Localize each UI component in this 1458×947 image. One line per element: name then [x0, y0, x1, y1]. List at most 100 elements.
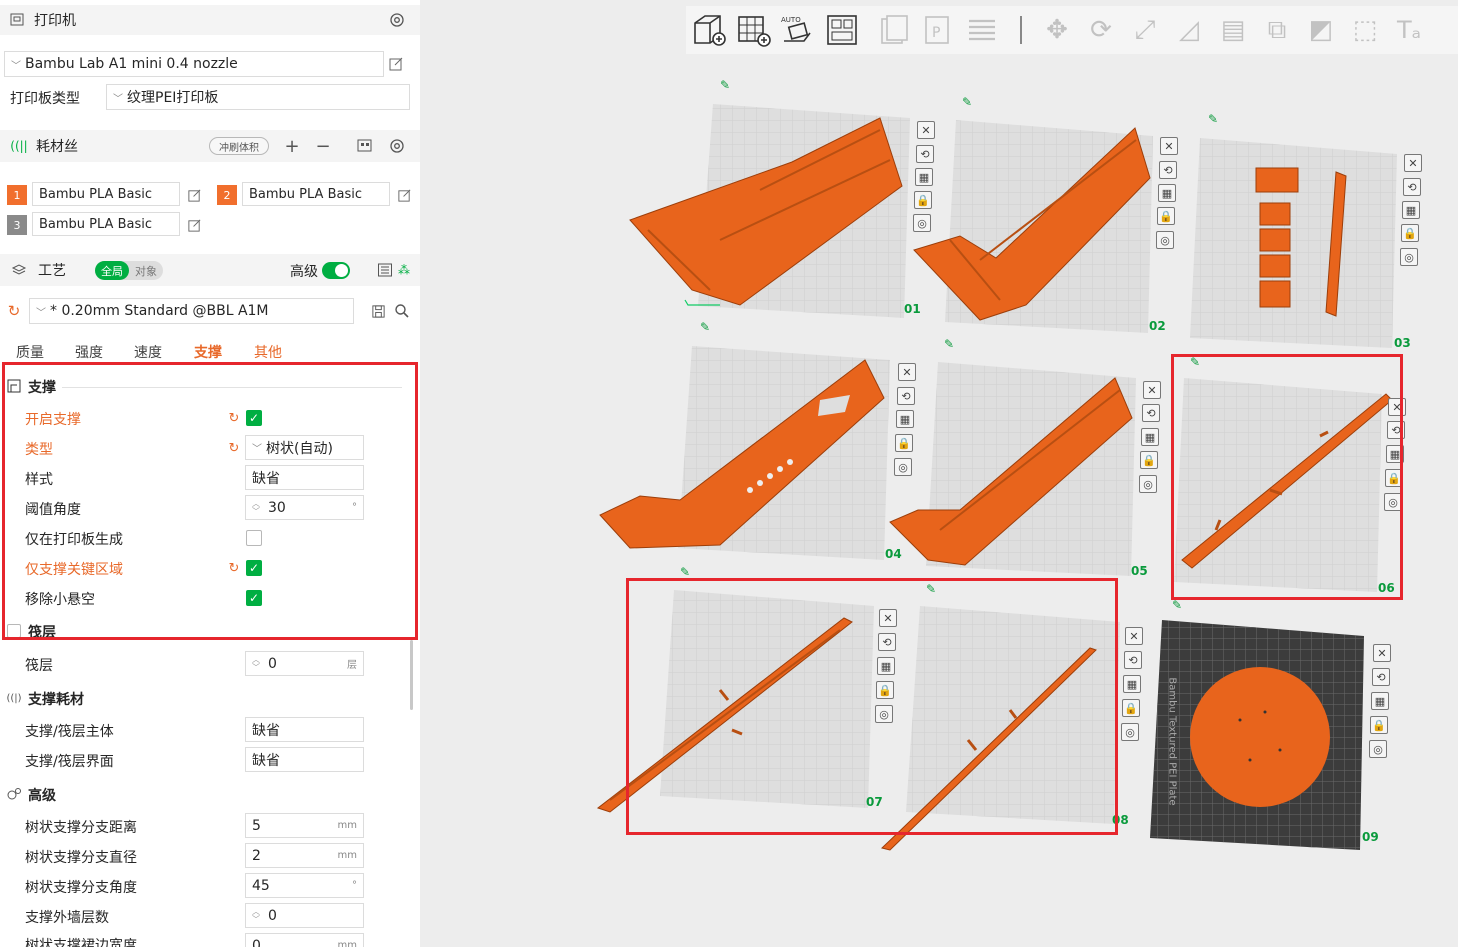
lock-icon[interactable]: 🔒	[1140, 451, 1158, 469]
advanced-switch[interactable]	[322, 262, 350, 279]
settings-icon[interactable]: ◎	[1139, 475, 1157, 493]
raft-layers-input[interactable]: ︿ ﹀ 0 层	[245, 651, 364, 676]
support-interface-select[interactable]: 缺省	[245, 747, 364, 772]
tree-branch-angle-input[interactable]: 45 °	[245, 873, 364, 898]
filament-2-badge[interactable]: 2	[217, 185, 237, 205]
tree-branch-diameter-input[interactable]: 2 mm	[245, 843, 364, 868]
plate-05-edit-icon[interactable]: ✎	[944, 337, 954, 351]
settings-icon[interactable]: ◎	[1156, 231, 1174, 249]
tab-quality[interactable]: 质量	[16, 342, 44, 362]
lock-icon[interactable]: 🔒	[1401, 224, 1419, 242]
plate-09[interactable]	[1150, 620, 1364, 850]
flush-volume-button[interactable]: 冲刷体积	[209, 137, 269, 155]
tab-speed[interactable]: 速度	[134, 342, 162, 362]
plate-02-edit-icon[interactable]: ✎	[962, 95, 972, 109]
global-object-toggle[interactable]: 全局 对象	[95, 261, 163, 280]
panel-scrollbar[interactable]	[410, 640, 413, 710]
tree-brim-width-input[interactable]: 0 mm	[245, 933, 364, 947]
toggle-global[interactable]: 全局	[95, 261, 129, 280]
settings-icon[interactable]: ◎	[1121, 723, 1139, 741]
lock-icon[interactable]: 🔒	[1370, 716, 1388, 734]
filament-2-select[interactable]: Bambu PLA Basic	[242, 182, 390, 206]
close-icon[interactable]: ✕	[1373, 644, 1391, 662]
support-wall-loops-input[interactable]: ︿ ﹀ 0	[245, 903, 364, 928]
settings-icon[interactable]: ◎	[913, 214, 931, 232]
tab-support[interactable]: 支撑	[194, 342, 222, 362]
orient-icon[interactable]: ⟲	[1372, 668, 1390, 686]
settings-icon[interactable]: ◎	[1369, 740, 1387, 758]
plate-type-select[interactable]: ﹀ 纹理PEI打印板	[106, 84, 410, 110]
plate-09-part[interactable]	[1190, 667, 1330, 807]
plate-03-edit-icon[interactable]: ✎	[1208, 112, 1218, 126]
plate-02[interactable]	[913, 120, 1153, 333]
arrange-icon[interactable]: ▦	[1371, 692, 1389, 710]
process-section-header: 工艺	[0, 254, 420, 286]
plate-05[interactable]	[889, 362, 1136, 576]
arrange-icon[interactable]: ▦	[915, 168, 933, 186]
reset-icon[interactable]: ↻	[6, 302, 22, 320]
printer-select[interactable]: ﹀ Bambu Lab A1 mini 0.4 nozzle	[4, 51, 384, 77]
stepper-icon[interactable]: ︿ ﹀	[252, 655, 260, 672]
arrange-icon[interactable]: ▦	[1402, 201, 1420, 219]
plate-04-edit-icon[interactable]: ✎	[700, 320, 710, 334]
chevron-down-icon: ﹀	[113, 93, 123, 105]
orient-icon[interactable]: ⟲	[916, 145, 934, 163]
tab-other[interactable]: 其他	[254, 342, 282, 362]
plate-type-value: 纹理PEI打印板	[127, 90, 219, 106]
support-base-select[interactable]: 缺省	[245, 717, 364, 742]
plate-04[interactable]	[599, 346, 890, 560]
close-icon[interactable]: ✕	[898, 363, 916, 381]
close-icon[interactable]: ✕	[1143, 381, 1161, 399]
filament-settings-gear-icon[interactable]	[387, 136, 407, 156]
plate-03[interactable]	[1190, 138, 1397, 348]
arrange-icon[interactable]: ▦	[1123, 675, 1141, 693]
filament-2-edit-icon[interactable]	[395, 186, 413, 204]
lock-icon[interactable]: 🔒	[1122, 699, 1140, 717]
tab-strength[interactable]: 强度	[75, 342, 103, 362]
save-preset-icon[interactable]	[369, 302, 387, 320]
tree-branch-diameter-label: 树状支撑分支直径	[25, 850, 137, 866]
stepper-icon[interactable]: ︿ ﹀	[252, 907, 260, 924]
printer-settings-gear-icon[interactable]	[387, 10, 407, 30]
3d-viewport[interactable]: AUTO P ✥ ⟳ ⤢ ◿ ▤ ⧉ ◩ ⬚ Tₐ Bambu Textured…	[420, 0, 1458, 947]
filament-sync-icon[interactable]	[355, 137, 375, 155]
filament-3-badge[interactable]: 3	[7, 215, 27, 235]
orient-icon[interactable]: ⟲	[1142, 404, 1160, 422]
filament-1-edit-icon[interactable]	[185, 186, 203, 204]
lock-icon[interactable]: 🔒	[914, 191, 932, 209]
arrange-icon[interactable]: ▦	[896, 410, 914, 428]
orient-icon[interactable]: ⟲	[1159, 161, 1177, 179]
close-icon[interactable]: ✕	[1160, 137, 1178, 155]
lock-icon[interactable]: 🔒	[895, 434, 913, 452]
list-view-icon[interactable]	[376, 261, 394, 279]
filament-1-badge[interactable]: 1	[7, 185, 27, 205]
settings-icon[interactable]: ◎	[1400, 248, 1418, 266]
filament-3-select[interactable]: Bambu PLA Basic	[32, 212, 180, 236]
remove-filament-button[interactable]: −	[314, 136, 332, 157]
plate-01-edit-icon[interactable]: ✎	[720, 78, 730, 92]
plate-09-edit-icon[interactable]: ✎	[1172, 598, 1182, 612]
filament-1-select[interactable]: Bambu PLA Basic	[32, 182, 180, 206]
search-icon[interactable]	[393, 302, 411, 320]
arrange-icon[interactable]: ▦	[1141, 428, 1159, 446]
compare-icon[interactable]: ⁂	[396, 261, 412, 279]
close-icon[interactable]: ✕	[1125, 627, 1143, 645]
close-icon[interactable]: ✕	[917, 121, 935, 139]
lock-icon[interactable]: 🔒	[1157, 207, 1175, 225]
toggle-object[interactable]: 对象	[129, 261, 163, 280]
advanced-label: 高级	[290, 264, 318, 280]
add-filament-button[interactable]: +	[283, 136, 301, 157]
plate-01[interactable]	[629, 104, 910, 318]
close-icon[interactable]: ✕	[1404, 154, 1422, 172]
printer-edit-icon[interactable]	[387, 55, 405, 73]
process-preset-select[interactable]: ﹀ * 0.20mm Standard @BBL A1M	[29, 298, 354, 324]
settings-icon[interactable]: ◎	[894, 458, 912, 476]
orient-icon[interactable]: ⟲	[897, 387, 915, 405]
arrange-icon[interactable]: ▦	[1158, 184, 1176, 202]
orient-icon[interactable]: ⟲	[1124, 651, 1142, 669]
orient-icon[interactable]: ⟲	[1403, 178, 1421, 196]
tree-branch-distance-input[interactable]: 5 mm	[245, 813, 364, 838]
plate-07-edit-icon[interactable]: ✎	[680, 565, 690, 579]
filament-3-edit-icon[interactable]	[185, 216, 203, 234]
support-wall-loops-label: 支撑外墙层数	[25, 910, 109, 926]
